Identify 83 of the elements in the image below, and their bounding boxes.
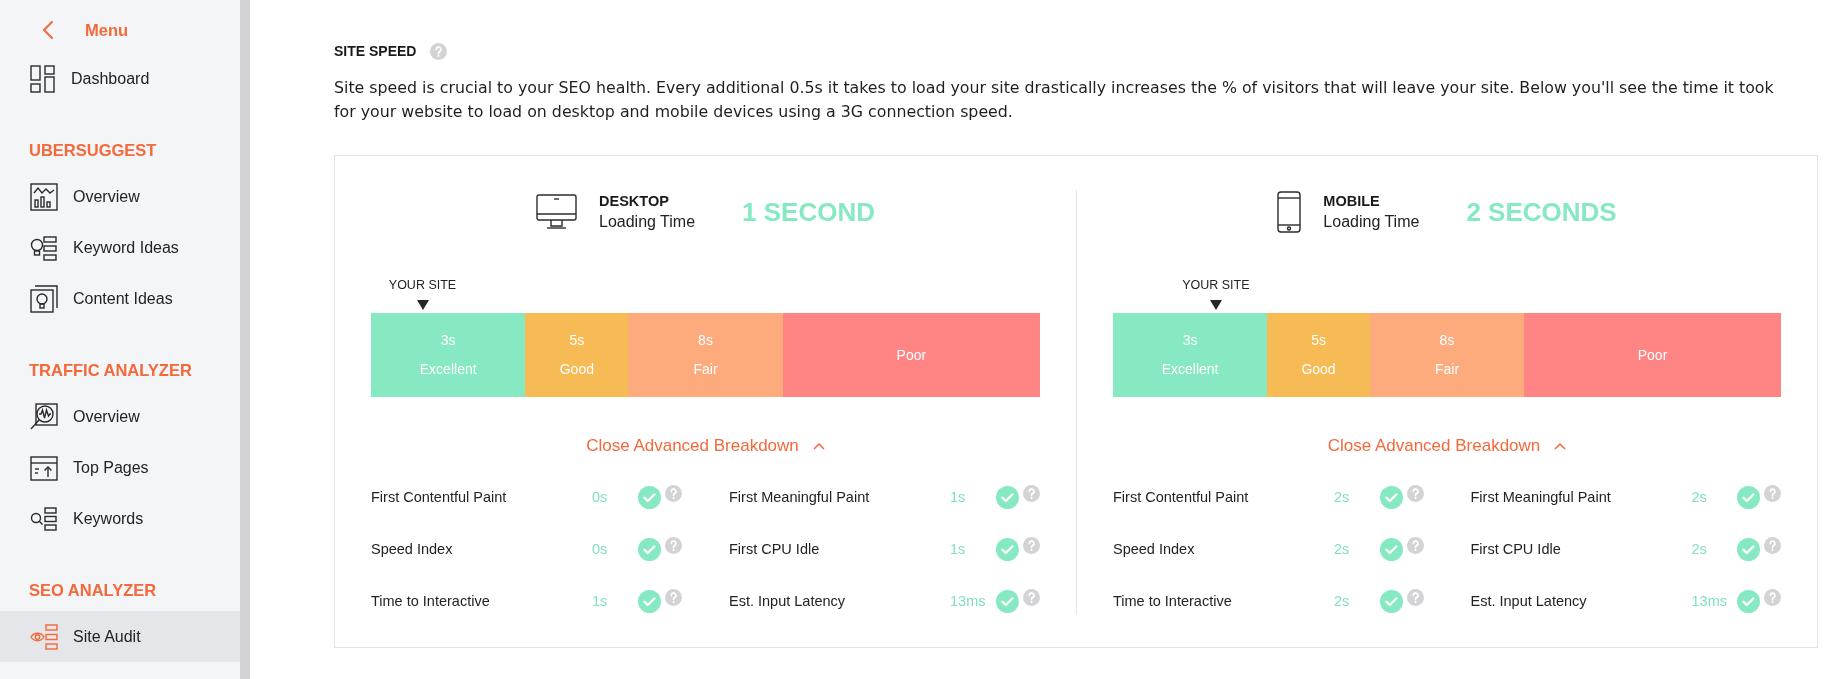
metric-value: 1s [950,541,967,557]
loading-time-value: 1 SECOND [742,197,875,227]
segment-rating: Fair [1434,360,1460,379]
segment-threshold: 5s [1311,331,1326,350]
metric-label: First Meaningful Paint [729,489,871,505]
segment-rating: Fair [693,360,718,379]
your-site-label: YOUR SITE [1182,277,1250,293]
segment-threshold: 5s [569,331,585,350]
help-icon[interactable] [665,485,682,502]
metric-value: 1s [950,489,967,505]
help-icon[interactable] [1406,537,1424,554]
segment-threshold: 3s [440,331,456,350]
metric-label: First Contentful Paint [1113,489,1250,505]
sidebar-item[interactable]: Content Ideas [0,273,240,324]
metric-value: 2s [1334,541,1351,557]
help-icon[interactable] [665,589,682,606]
help-icon[interactable] [1406,589,1424,606]
metric-label: Est. Input Latency [729,593,847,609]
monitor-icon [536,193,577,231]
sidebar-section-title: UBERSUGGEST [28,140,157,161]
scrollbar[interactable] [240,0,250,679]
loading-time-value: 2 SECONDS [1466,197,1617,227]
chart-icon [30,182,58,211]
help-icon[interactable] [1764,589,1781,606]
search-list-icon [30,504,58,533]
help-icon[interactable] [1764,537,1781,554]
sidebar-item[interactable]: Keywords [0,493,240,544]
chevron-left-icon [43,21,53,39]
metric-value: 2s [1691,489,1708,505]
metric-label: Est. Input Latency [1470,593,1588,609]
sidebar-item[interactable]: Dashboard [0,53,240,104]
metric-value: 13ms [950,593,987,609]
metric-label: First Meaningful Paint [1470,489,1612,505]
help-icon[interactable] [1764,485,1781,502]
metric-value: 1s [592,593,609,609]
help-icon[interactable] [665,537,682,554]
metric-value: 2s [1334,489,1351,505]
your-site-label: YOUR SITE [388,277,457,293]
loading-time-label: Loading Time [599,212,696,232]
metric-label: First Contentful Paint [371,489,508,505]
metric-value: 0s [592,489,609,505]
section-description: Site speed is crucial to your SEO health. Every additional 0.5s it takes to load your site drastically increases the % of visitors that will leave your site. Below you'll see the time it took for your website to load on desktop and mobile devices using a 3G connection speed. [334,77,1775,123]
metric-value: 2s [1334,593,1351,609]
help-icon[interactable] [1023,589,1040,606]
help-icon[interactable] [1023,485,1040,502]
segment-rating: Excellent [1161,360,1219,379]
metric-value: 2s [1691,541,1708,557]
magnifier-wave-icon [30,402,58,431]
segment-rating: Poor [1637,345,1668,365]
framed-lightbulb-icon [30,284,58,313]
sidebar-item[interactable]: Overview [0,391,240,442]
help-icon[interactable] [1406,485,1424,502]
sidebar-item[interactable]: Overview [0,171,240,222]
layout-grid-icon [30,64,56,93]
loading-time-label: Loading Time [1323,212,1420,232]
segment-threshold: 8s [1439,331,1455,350]
segment-threshold: 3s [1182,331,1198,350]
segment-rating: Poor [896,345,927,365]
segment-rating: Good [559,360,594,379]
lightbulb-list-icon [30,233,58,262]
metric-value: 0s [592,541,609,557]
metric-label: Time to Interactive [1113,593,1233,609]
phone-icon [1277,191,1302,233]
help-icon[interactable] [430,43,448,60]
sidebar-section-title: SEO ANALYZER [28,580,157,601]
section-title: SITE SPEED [334,42,417,61]
segment-rating: Excellent [419,360,477,379]
metric-label: Speed Index [371,541,454,557]
sidebar-section-title: TRAFFIC ANALYZER [28,360,192,381]
sidebar-item[interactable]: Keyword Ideas [0,222,240,273]
device-title: MOBILE [1323,192,1381,211]
metric-label: Speed Index [1113,541,1196,557]
segment-threshold: 8s [698,331,713,350]
segment-rating: Good [1301,360,1336,379]
sidebar-item[interactable]: Top Pages [0,442,240,493]
sidebar-item[interactable]: Site Audit [0,611,240,662]
help-icon[interactable] [1023,537,1040,554]
metric-label: First CPU Idle [729,541,821,557]
metric-value: 13ms [1691,593,1728,609]
eye-list-icon [30,622,58,651]
device-title: DESKTOP [599,192,670,211]
metric-label: First CPU Idle [1470,541,1562,557]
metric-label: Time to Interactive [371,593,491,609]
